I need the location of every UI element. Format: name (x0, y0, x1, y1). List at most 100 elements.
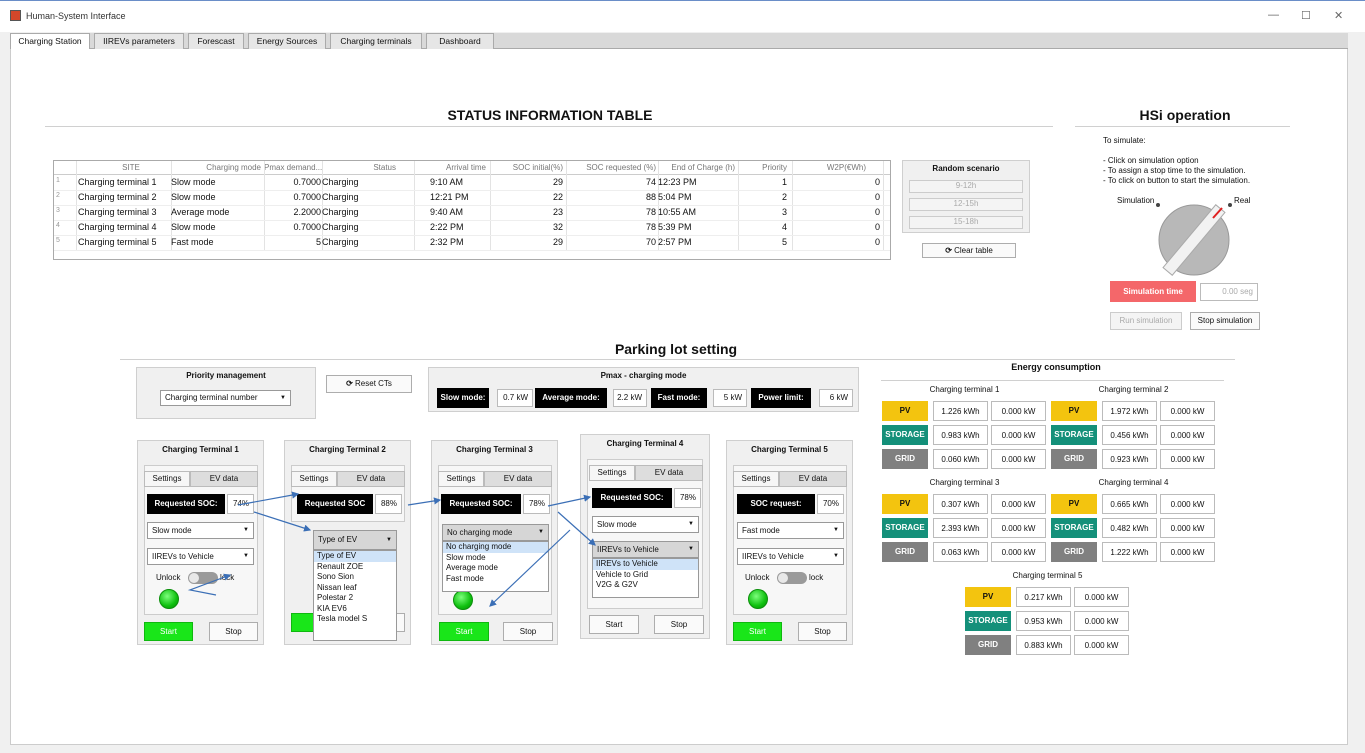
tab-energy-sources[interactable]: Energy Sources (248, 33, 326, 49)
average-mode-field[interactable]: 2.2 kW (613, 389, 647, 407)
table-cell-eoc: 5:04 PM (658, 192, 692, 202)
status-table[interactable]: SITE Charging mode Pmax demand... Status… (53, 160, 891, 260)
ev-option[interactable]: Type of EV (314, 551, 396, 562)
ct2-tab-settings[interactable]: Settings (291, 471, 337, 487)
tab-charging-station[interactable]: Charging Station (10, 33, 90, 50)
ev-option[interactable]: KIA EV6 (314, 604, 396, 615)
ct3-soc-field[interactable]: 78% (523, 494, 550, 514)
flow-option[interactable]: Vehicle to Grid (593, 570, 698, 581)
simulation-time-label: Simulation time (1110, 281, 1196, 302)
ct1-title: Charging Terminal 1 (162, 445, 239, 454)
table-row[interactable]: 1 Charging terminal 1 Slow mode 0.7000 Charg… (54, 176, 890, 191)
table-row[interactable]: 3 Charging terminal 3 Average mode 2.2000 Ch… (54, 206, 890, 221)
ct1-tab-settings[interactable]: Settings (144, 471, 190, 487)
table-row[interactable]: 5 Charging terminal 5 Fast mode 5 Charging 2:… (54, 236, 890, 251)
table-row[interactable]: 4 Charging terminal 4 Slow mode 0.7000 Charg… (54, 221, 890, 236)
ct5-flow-select[interactable]: IIREVs to Vehicle (737, 548, 844, 565)
ct1-lock-toggle[interactable] (188, 572, 218, 584)
ev-option[interactable]: Nissan leaf (314, 583, 396, 594)
ct2-title: Charging Terminal 2 (309, 445, 386, 454)
ct1-start-button[interactable]: Start (144, 622, 193, 641)
tab-charging-terminals[interactable]: Charging terminals (330, 33, 422, 49)
ct3-mode-select[interactable]: No charging mode (442, 524, 549, 541)
mode-option[interactable]: No charging mode (443, 542, 548, 553)
ct4-tab-ev-data[interactable]: EV data (635, 465, 703, 481)
ct2-ev-type-select[interactable]: Type of EV (313, 530, 397, 550)
ct1-mode-select[interactable]: Slow mode (147, 522, 254, 539)
ct2-tab-ev-data[interactable]: EV data (337, 471, 405, 487)
simulation-label: Simulation (1117, 196, 1155, 205)
table-row[interactable]: 2 Charging terminal 2 Slow mode 0.7000 Charg… (54, 191, 890, 206)
ct5-tab-ev-data[interactable]: EV data (779, 471, 847, 487)
ct5-start-button[interactable]: Start (733, 622, 782, 641)
ct4-tab-settings[interactable]: Settings (589, 465, 635, 481)
energy-storage-kw: 0.000 kW (1074, 611, 1129, 631)
ct3-tab-ev-data[interactable]: EV data (484, 471, 552, 487)
ct5-lock-toggle[interactable] (777, 572, 807, 584)
ev-option[interactable]: Renault ZOE (314, 562, 396, 573)
run-simulation-button[interactable]: Run simulation (1110, 312, 1182, 330)
ct1-tab-ev-data[interactable]: EV data (190, 471, 258, 487)
tab-forecast[interactable]: Forescast (188, 33, 244, 49)
mode-option[interactable]: Slow mode (443, 553, 548, 564)
minimize-icon[interactable]: — (1268, 9, 1279, 21)
flow-option[interactable]: V2G & G2V (593, 580, 698, 591)
ct3-start-button[interactable]: Start (439, 622, 489, 641)
fast-mode-field[interactable]: 5 kW (713, 389, 747, 407)
ct5-tab-settings[interactable]: Settings (733, 471, 779, 487)
ct4-soc-field[interactable]: 78% (674, 488, 701, 508)
stop-simulation-button[interactable]: Stop simulation (1190, 312, 1260, 330)
slow-mode-label: Slow mode: (437, 388, 489, 408)
scenario-15-18-button[interactable]: 15-18h (909, 216, 1023, 229)
table-cell-site: Charging terminal 4 (78, 222, 157, 232)
ct5-mode-select[interactable]: Fast mode (737, 522, 844, 539)
ct4-start-button[interactable]: Start (589, 615, 639, 634)
energy-storage-kw: 0.000 kW (991, 518, 1046, 538)
mode-knob[interactable] (1150, 195, 1240, 280)
ct3-mode-list[interactable]: No charging mode Slow mode Average mode … (442, 541, 549, 592)
power-limit-field[interactable]: 6 kW (819, 389, 853, 407)
maximize-icon[interactable]: ☐ (1301, 9, 1311, 22)
ct2-soc-field[interactable]: 88% (375, 494, 402, 514)
mode-option[interactable]: Average mode (443, 563, 548, 574)
ct4-flow-list[interactable]: IIREVs to Vehicle Vehicle to Grid V2G & … (592, 558, 699, 598)
ct3-stop-button[interactable]: Stop (503, 622, 553, 641)
ev-option[interactable]: Polestar 2 (314, 593, 396, 604)
ct1-soc-field[interactable]: 74% (227, 494, 254, 514)
table-cell-arr: 12:21 PM (430, 192, 469, 202)
ct2-ev-type-list[interactable]: Type of EV Renault ZOE Sono Sion Nissan … (313, 550, 397, 641)
energy-terminal-title: Charging terminal 4 (1098, 478, 1169, 487)
ev-option[interactable]: Sono Sion (314, 572, 396, 583)
mode-option[interactable]: Fast mode (443, 574, 548, 585)
energy-terminal-title: Charging terminal 2 (1098, 385, 1169, 394)
ct1-flow-select[interactable]: IIREVs to Vehicle (147, 548, 254, 565)
ct4-flow-select[interactable]: IIREVs to Vehicle (592, 541, 699, 558)
table-cell-soci: 23 (552, 207, 563, 217)
tab-dashboard[interactable]: Dashboard (426, 33, 494, 49)
ct3-tab-settings[interactable]: Settings (438, 471, 484, 487)
table-cell-arr: 9:40 AM (430, 207, 464, 217)
close-icon[interactable]: ✕ (1334, 9, 1343, 22)
energy-grid-kw: 0.000 kW (1074, 635, 1129, 655)
ct4-stop-button[interactable]: Stop (654, 615, 704, 634)
scenario-12-15-button[interactable]: 12-15h (909, 198, 1023, 211)
scenario-9-12-button[interactable]: 9-12h (909, 180, 1023, 193)
table-cell-mode: Fast mode (171, 237, 214, 247)
ct5-unlock-label: Unlock (745, 573, 770, 582)
slow-mode-field[interactable]: 0.7 kW (497, 389, 533, 407)
ct1-stop-button[interactable]: Stop (209, 622, 258, 641)
table-cell-pri: 2 (781, 192, 787, 202)
table-cell-pmax: 0.7000 (293, 192, 321, 202)
clear-table-button[interactable]: ⟳ Clear table (922, 243, 1016, 258)
reset-cts-button[interactable]: ⟳ Reset CTs (326, 375, 412, 393)
ev-option[interactable]: Tesla model S (314, 614, 396, 625)
simulation-time-field[interactable]: 0.00 seg (1200, 283, 1258, 301)
ct5-soc-field[interactable]: 70% (817, 494, 844, 514)
refresh-icon: ⟳ (346, 379, 356, 388)
priority-select[interactable]: Charging terminal number (160, 390, 291, 406)
flow-option[interactable]: IIREVs to Vehicle (593, 559, 698, 570)
ct5-stop-button[interactable]: Stop (798, 622, 847, 641)
ct4-mode-select[interactable]: Slow mode (592, 516, 699, 533)
tab-iirevs-parameters[interactable]: IIREVs parameters (94, 33, 184, 49)
energy-storage-label: STORAGE (882, 518, 928, 538)
